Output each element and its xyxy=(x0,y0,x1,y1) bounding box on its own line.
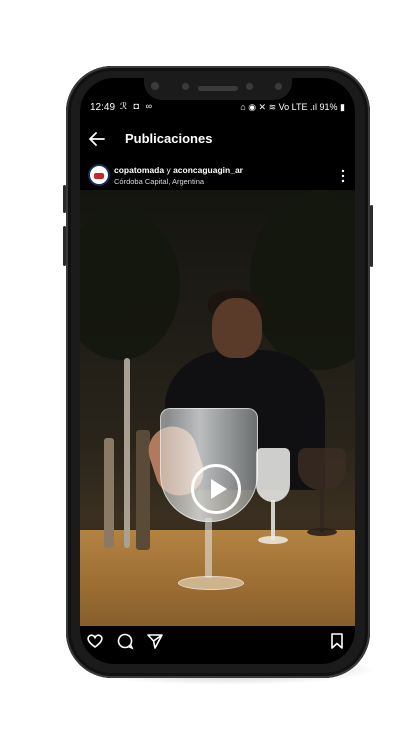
background-foliage xyxy=(250,190,355,370)
play-icon xyxy=(211,479,227,499)
glass-stem xyxy=(320,488,324,532)
avatar[interactable] xyxy=(88,164,110,186)
battery-level: 91% xyxy=(319,102,338,112)
glass-foot xyxy=(258,536,288,544)
top-bar: Publicaciones xyxy=(80,124,355,154)
status-time: 12:49 xyxy=(90,102,116,113)
sensor xyxy=(246,83,253,90)
post-video[interactable] xyxy=(80,190,355,655)
front-camera xyxy=(151,82,159,90)
side-button xyxy=(63,185,66,213)
sensor xyxy=(275,83,282,90)
signal-icons: ⌂ ◉ ✕ ≋ Vo LTE .ıl xyxy=(240,102,317,112)
back-arrow-icon[interactable] xyxy=(88,130,106,148)
comment-icon[interactable] xyxy=(116,632,134,650)
earpiece-speaker xyxy=(198,86,238,91)
heart-icon[interactable] xyxy=(86,632,104,650)
page-title: Publicaciones xyxy=(125,131,213,146)
gin-glass-stem xyxy=(205,518,212,578)
username-link[interactable]: copatomada xyxy=(114,165,164,175)
bar-tool xyxy=(124,358,130,548)
side-button xyxy=(370,205,373,267)
sensor xyxy=(182,83,189,90)
glass-stem xyxy=(271,500,275,540)
glass xyxy=(256,448,290,502)
status-right: ⌂ ◉ ✕ ≋ Vo LTE .ıl 91% ▮ xyxy=(240,102,345,113)
status-bar: 12:49 ℛ ◘ ∞ ⌂ ◉ ✕ ≋ Vo LTE .ıl 91% ▮ xyxy=(80,100,355,116)
more-vertical-icon[interactable] xyxy=(341,169,345,183)
side-button xyxy=(63,226,66,266)
glass-foot xyxy=(307,528,337,536)
play-button[interactable] xyxy=(191,464,241,514)
bookmark-icon[interactable] xyxy=(328,632,346,650)
username-link[interactable]: aconcaguagin_ar xyxy=(173,165,243,175)
post-authors: copatomada y aconcaguagin_ar xyxy=(114,165,243,175)
battery-icon: ▮ xyxy=(340,102,345,112)
post-actions xyxy=(80,626,355,656)
person-head xyxy=(212,298,262,358)
share-icon[interactable] xyxy=(146,632,164,650)
glass xyxy=(298,448,346,490)
post-header: copatomada y aconcaguagin_ar Córdoba Cap… xyxy=(80,160,355,190)
gin-glass-foot xyxy=(178,576,244,590)
phone-screen: 12:49 ℛ ◘ ∞ ⌂ ◉ ✕ ≋ Vo LTE .ıl 91% ▮ Pub… xyxy=(80,78,355,664)
background-foliage xyxy=(80,210,180,360)
bar-tool xyxy=(104,438,114,548)
location-link[interactable]: Córdoba Capital, Argentina xyxy=(114,177,204,186)
author-joiner: y xyxy=(164,165,174,175)
notification-icons: ℛ ◘ ∞ xyxy=(120,101,155,111)
